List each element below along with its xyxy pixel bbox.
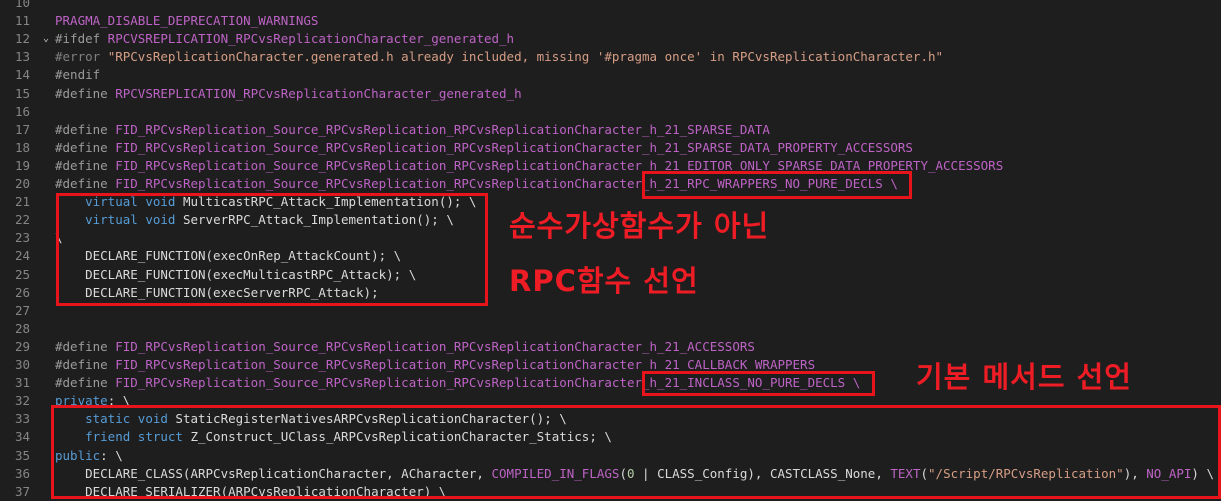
line-number: 31 — [14, 375, 30, 391]
code-text: #endif — [55, 67, 101, 83]
code-text: #define RPCVSREPLICATION_RPCvsReplicatio… — [55, 85, 522, 101]
line-number: 20 — [14, 176, 30, 191]
line-number: 12 — [14, 31, 30, 47]
line-number: 14 — [14, 67, 30, 83]
code-text: #define FID_RPCvsReplication_Source_RPCv… — [55, 338, 755, 354]
line-number: 16 — [14, 103, 30, 119]
code-line[interactable]: 18 #define FID_RPCvsReplication_Source_RP… — [0, 139, 1221, 157]
code-text: #error "RPCvsReplicationCharacter.genera… — [55, 49, 944, 65]
highlight-box-rpc-declarations — [56, 193, 488, 306]
line-number: 33 — [14, 411, 30, 427]
code-line[interactable]: 12 ⌄ #ifdef RPCVSREPLICATION_RPCvsReplicat… — [0, 30, 1221, 48]
line-number: 13 — [14, 49, 30, 65]
line-number: 18 — [14, 139, 30, 155]
code-line[interactable]: 17 #define FID_RPCvsReplication_Source_RP… — [0, 121, 1221, 139]
code-line[interactable]: 14 #endif — [0, 66, 1221, 84]
line-number: 25 — [14, 266, 30, 282]
line-number: 11 — [14, 13, 30, 29]
line-number: 30 — [14, 357, 30, 372]
line-number: 37 — [14, 483, 30, 499]
code-line[interactable]: 11 PRAGMA_DISABLE_DEPRECATION_WARNINGS — [0, 12, 1221, 30]
line-number: 35 — [14, 447, 30, 463]
line-number: 34 — [14, 429, 30, 445]
line-number: 28 — [14, 320, 30, 336]
line-number: 26 — [14, 284, 30, 300]
code-line[interactable]: 19 #define FID_RPCvsReplication_Source_RP… — [0, 157, 1221, 175]
line-number: 32 — [14, 393, 30, 409]
line-number: 15 — [14, 85, 30, 101]
annotation-pure-virtual: 순수가상함수가 아닌 — [509, 209, 770, 243]
line-number: 10 — [14, 0, 30, 10]
code-text: #ifdef RPCVSREPLICATION_RPCvsReplication… — [55, 31, 515, 47]
annotation-basic-methods: 기본 메서드 선언 — [916, 360, 1132, 394]
code-line[interactable]: 10 — [0, 0, 1221, 12]
code-text: #define FID_RPCvsReplication_Source_RPCv… — [55, 121, 770, 137]
code-line[interactable]: 20 #define FID_RPCvsReplication_Source_RP… — [0, 175, 1221, 193]
line-number: 29 — [14, 338, 30, 354]
code-line[interactable]: 13 #error "RPCvsReplicationCharacter.gene… — [0, 48, 1221, 66]
line-number: 24 — [14, 248, 30, 264]
annotation-rpc-declaration: RPC함수 선언 — [509, 264, 699, 298]
code-text: PRAGMA_DISABLE_DEPRECATION_WARNINGS — [55, 13, 319, 29]
line-number: 19 — [14, 157, 30, 173]
highlight-box-basic-methods — [51, 405, 1221, 499]
code-line[interactable]: 15 #define RPCVSREPLICATION_RPCvsReplicat… — [0, 85, 1221, 103]
code-line[interactable]: 16 — [0, 103, 1221, 121]
line-number: 23 — [14, 230, 30, 246]
line-number: 27 — [14, 302, 30, 318]
line-number: 36 — [14, 465, 30, 481]
highlight-box-rpc-wrappers — [642, 171, 912, 199]
code-line[interactable]: 28 — [0, 320, 1221, 338]
line-number: 21 — [14, 194, 30, 210]
line-number: 22 — [14, 212, 30, 228]
code-text: #define FID_RPCvsReplication_Source_RPCv… — [55, 139, 913, 155]
line-number: 17 — [14, 121, 30, 137]
fold-chevron-icon[interactable]: ⌄ — [43, 30, 49, 48]
highlight-box-inclass — [642, 371, 875, 396]
